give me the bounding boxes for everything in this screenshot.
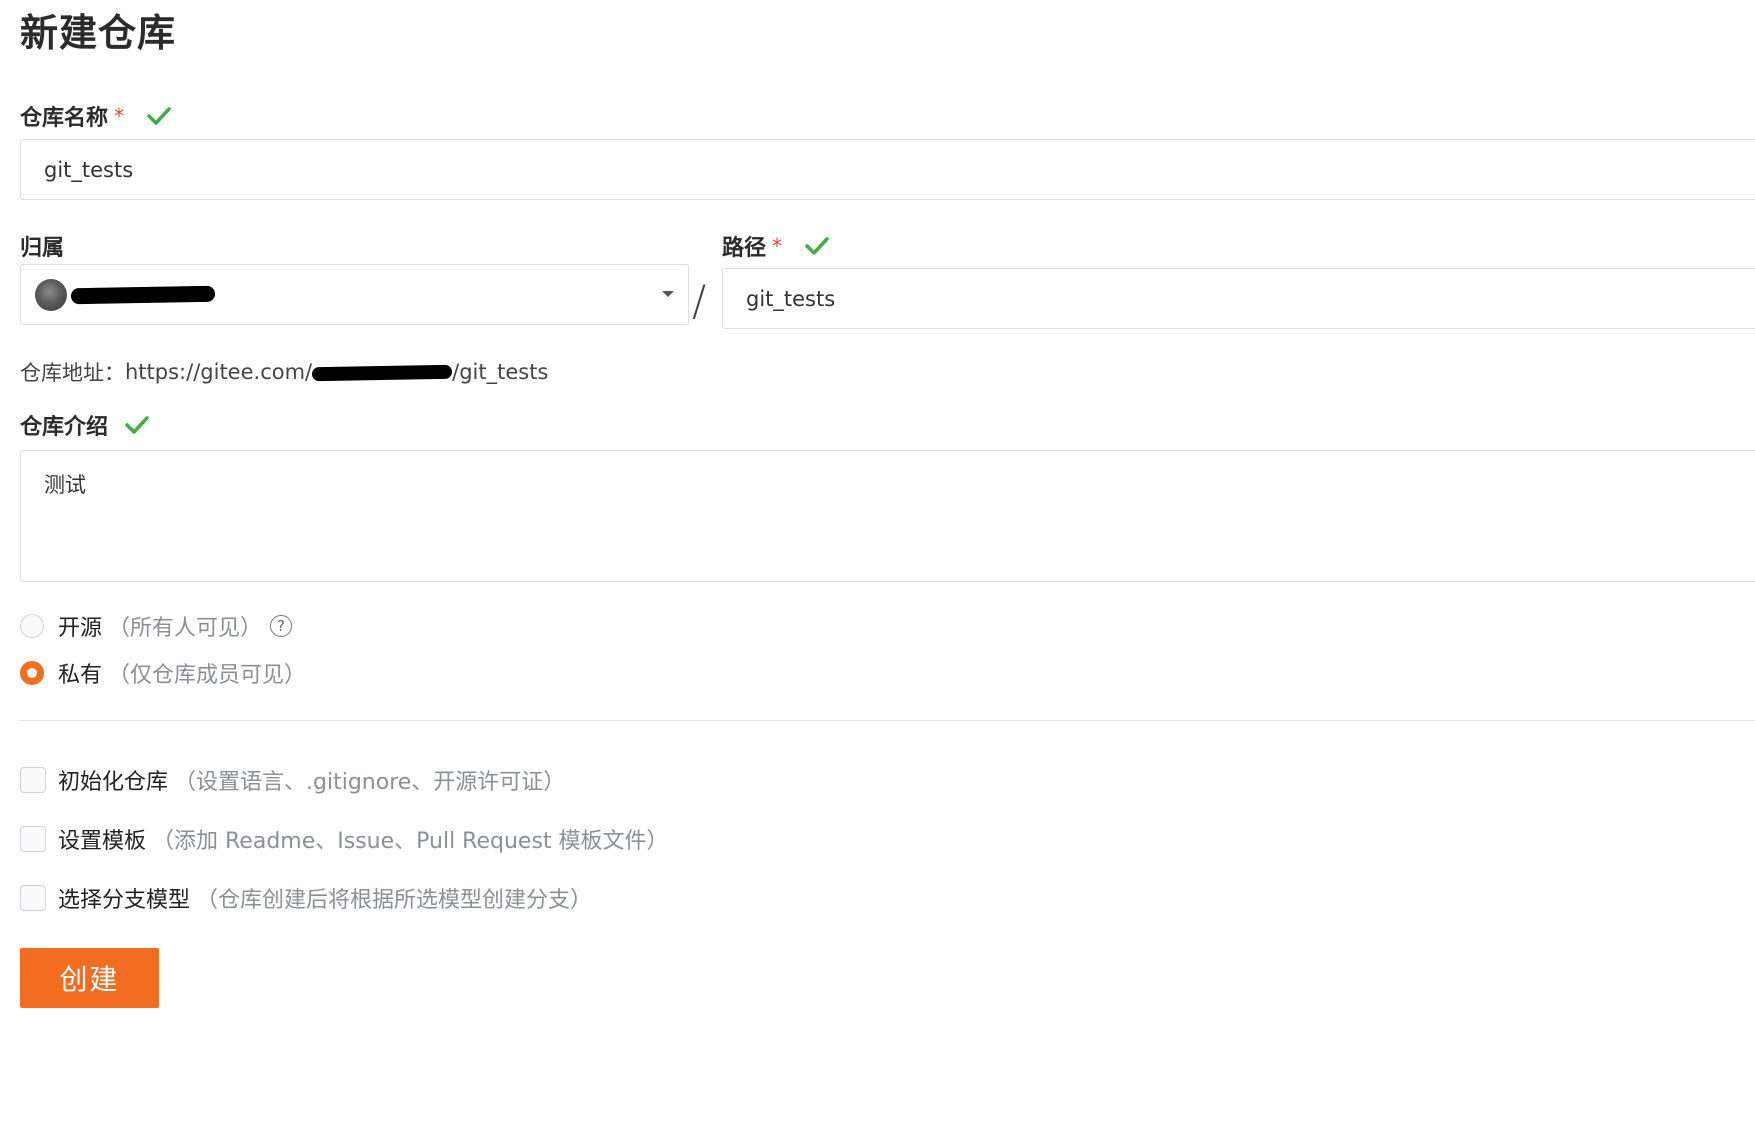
description-label: 仓库介绍 [20, 415, 109, 440]
repo-name-value: git_tests [44, 157, 134, 182]
repo-address-label: 仓库地址： [20, 361, 125, 385]
repo-name-input[interactable]: git_tests [20, 139, 1755, 200]
template-option[interactable]: 设置模板 （添加 Readme、Issue、Pull Request 模板文件） [20, 823, 669, 855]
redacted-address-owner [312, 364, 453, 382]
create-button[interactable]: 创建 [20, 948, 159, 1008]
repo-address-suffix: /git_tests [452, 360, 549, 384]
init-repo-label: 初始化仓库 [58, 770, 169, 795]
repo-address: 仓库地址： https://gitee.com/ /git_tests [20, 357, 548, 387]
description-textarea[interactable]: 测试 [20, 450, 1755, 582]
path-separator: / [692, 276, 707, 325]
public-hint: （所有人可见） [108, 616, 263, 641]
redacted-owner-name [70, 285, 216, 304]
repo-name-label-row: 仓库名称 * [20, 100, 172, 132]
divider [20, 720, 1755, 721]
path-input[interactable]: git_tests [722, 268, 1755, 329]
init-repo-checkbox[interactable] [20, 767, 46, 793]
private-hint: （仅仓库成员可见） [108, 663, 307, 688]
chevron-down-icon [662, 291, 674, 297]
check-icon [804, 235, 830, 257]
template-label: 设置模板 [58, 829, 147, 854]
private-label: 私有 [58, 663, 103, 688]
template-checkbox[interactable] [20, 826, 46, 852]
path-value: git_tests [746, 286, 836, 311]
branch-model-hint: （仓库创建后将根据所选模型创建分支） [196, 888, 593, 913]
visibility-private-option[interactable]: 私有 （仅仓库成员可见） [20, 657, 306, 689]
visibility-public-option[interactable]: 开源 （所有人可见） ? [20, 610, 293, 642]
required-mark: * [772, 234, 783, 258]
check-icon [124, 414, 150, 436]
path-label: 路径 [722, 236, 767, 261]
description-value: 测试 [44, 473, 86, 497]
description-label-row: 仓库介绍 [20, 409, 150, 441]
avatar [35, 278, 67, 311]
page-title: 新建仓库 [20, 11, 177, 55]
branch-model-checkbox[interactable] [20, 885, 46, 911]
repo-name-label: 仓库名称 [20, 106, 109, 131]
init-repo-option[interactable]: 初始化仓库 （设置语言、.gitignore、开源许可证） [20, 764, 565, 796]
private-radio[interactable] [20, 661, 44, 685]
help-icon[interactable]: ? [270, 615, 293, 637]
template-hint: （添加 Readme、Issue、Pull Request 模板文件） [152, 829, 669, 854]
repo-address-prefix: https://gitee.com/ [125, 360, 313, 384]
required-mark: * [114, 104, 125, 128]
path-label-row: 路径 * [722, 230, 830, 262]
owner-label: 归属 [20, 236, 65, 261]
owner-select[interactable] [20, 264, 689, 325]
init-repo-hint: （设置语言、.gitignore、开源许可证） [174, 770, 566, 795]
branch-model-label: 选择分支模型 [58, 888, 191, 913]
public-label: 开源 [58, 616, 103, 641]
check-icon [146, 105, 172, 127]
public-radio[interactable] [20, 614, 44, 638]
branch-model-option[interactable]: 选择分支模型 （仓库创建后将根据所选模型创建分支） [20, 882, 592, 914]
owner-label-row: 归属 [20, 230, 64, 262]
